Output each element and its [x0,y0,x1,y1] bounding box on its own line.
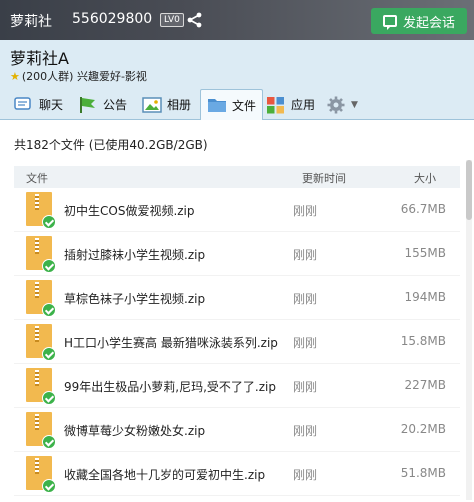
file-name: 草棕色袜子小学生视频.zip [64,292,206,306]
file-size: 194MB [404,290,447,304]
file-name: 插射过膝袜小学生视频.zip [64,248,206,262]
check-icon [42,479,56,493]
tab-files[interactable]: 文件 [200,89,264,120]
group-info: 萝莉社A ★ (200人群) 兴趣爱好-影视 [0,40,474,86]
column-header-name[interactable]: 文件 [26,170,48,186]
table-row[interactable]: 收藏全国各地十几岁的可爱初中生.zip 刚刚 51.8MB [14,452,460,496]
settings-dropdown[interactable]: ▼ [326,89,358,120]
zip-file-icon [26,192,56,229]
tab-files-label: 文件 [232,98,257,113]
apps-icon [267,96,284,113]
folder-icon [208,99,226,112]
top-header-bar: 萝莉社 556029800 LV0 发起会话 [0,0,474,40]
check-icon [42,303,56,317]
gear-icon [327,96,345,113]
table-row[interactable]: 插射过膝袜小学生视频.zip 刚刚 155MB [14,232,460,276]
level-badge: LV0 [160,13,184,27]
zip-file-icon [26,236,56,273]
file-time: 刚刚 [293,292,318,306]
zip-file-icon [26,280,56,317]
tab-announcement[interactable]: 公告 [78,89,127,120]
file-size: 66.7MB [400,202,446,216]
chat-icon [14,96,31,110]
file-panel: 共182个文件 (已使用40.2GB/2GB) 文件 更新时间 大小 初中生CO… [0,120,474,502]
tab-apps[interactable]: 应用 [266,89,315,120]
tab-chat[interactable]: 聊天 [14,89,63,120]
check-icon [42,347,56,361]
file-name: 收藏全国各地十几岁的可爱初中生.zip [64,468,266,482]
tab-apps-label: 应用 [291,98,316,112]
file-time: 刚刚 [293,468,318,482]
chevron-down-icon: ▼ [351,99,358,110]
share-icon[interactable] [186,11,204,29]
group-meta: ★ (200人群) 兴趣爱好-影视 [10,68,147,84]
chat-bubble-icon [382,15,397,30]
file-name: H工口小学生赛高 最新猎咪泳装系列.zip [64,336,278,350]
tab-album[interactable]: 相册 [142,89,191,120]
file-name: 99年出生极品小萝莉,尼玛,受不了了.zip [64,380,276,394]
file-time: 刚刚 [293,204,318,218]
check-icon [42,215,56,229]
check-icon [42,391,56,405]
tab-bar: 聊天 公告 相册 文件 应用 ▼ [0,86,474,120]
file-time: 刚刚 [293,424,318,438]
check-icon [42,435,56,449]
scrollbar[interactable] [466,160,472,500]
zip-file-icon [26,324,56,361]
table-row[interactable]: 初中生COS做爱视频.zip 刚刚 66.7MB [14,188,460,232]
table-row[interactable]: 草棕色袜子小学生视频.zip 刚刚 194MB [14,276,460,320]
table-row[interactable]: H工口小学生赛高 最新猎咪泳装系列.zip 刚刚 15.8MB [14,320,460,364]
file-summary: 共182个文件 (已使用40.2GB/2GB) [14,138,208,152]
group-id: 556029800 [72,11,153,27]
tab-album-label: 相册 [167,98,192,112]
file-size: 15.8MB [400,334,446,348]
tab-chat-label: 聊天 [39,98,64,112]
scrollbar-thumb[interactable] [466,160,472,220]
file-size: 155MB [404,246,447,260]
file-time: 刚刚 [293,248,318,262]
launch-session-label: 发起会话 [402,15,455,31]
zip-file-icon [26,412,56,449]
column-header-time[interactable]: 更新时间 [302,170,346,186]
file-time: 刚刚 [293,380,318,394]
announcement-flag-icon [80,96,95,113]
table-row[interactable]: 99年出生极品小萝莉,尼玛,受不了了.zip 刚刚 227MB [14,364,460,408]
check-icon [42,259,56,273]
file-table-header: 文件 更新时间 大小 [14,166,460,188]
tab-announcement-label: 公告 [103,98,128,112]
star-icon: ★ [10,70,20,83]
group-title: 萝莉社 [10,14,52,30]
column-header-size[interactable]: 大小 [414,170,436,186]
file-time: 刚刚 [293,336,318,350]
file-size: 227MB [404,378,447,392]
file-name: 微博草莓少女粉嫩处女.zip [64,424,206,438]
group-meta-text: (200人群) 兴趣爱好-影视 [21,70,147,83]
zip-file-icon [26,368,56,405]
album-icon [142,96,162,113]
launch-session-button[interactable]: 发起会话 [371,8,467,34]
file-size: 51.8MB [400,466,446,480]
group-name: 萝莉社A [10,49,69,68]
file-size: 20.2MB [400,422,446,436]
table-row[interactable]: 微博草莓少女粉嫩处女.zip 刚刚 20.2MB [14,408,460,452]
zip-file-icon [26,456,56,493]
file-name: 初中生COS做爱视频.zip [64,204,195,218]
